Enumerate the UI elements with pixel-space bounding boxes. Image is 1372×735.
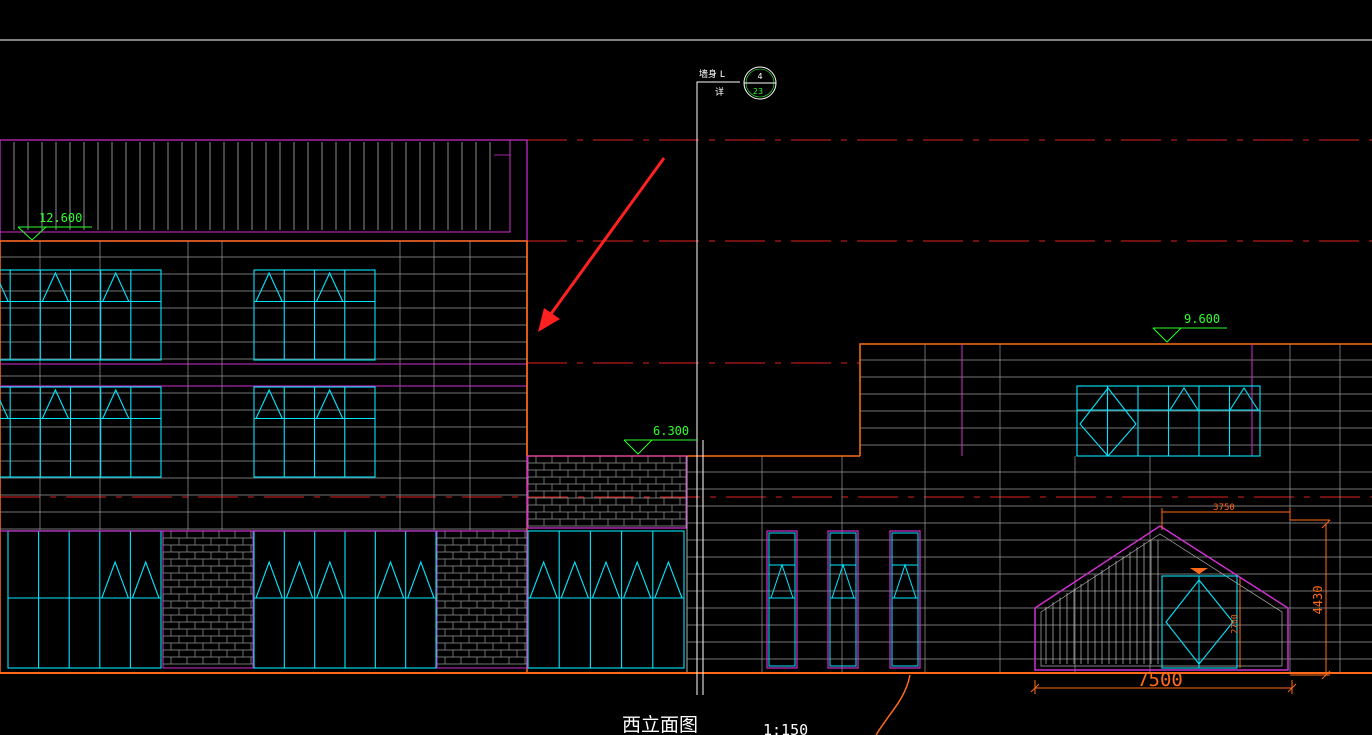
axis-line <box>696 81 740 695</box>
brick-panel <box>162 530 254 669</box>
narrow-window <box>827 530 859 669</box>
elevation-label-6300: 6.300 <box>653 424 689 438</box>
elevation-label-12600: 12.600 <box>39 211 82 225</box>
brick-panel <box>436 530 528 669</box>
brick-panels <box>162 455 687 669</box>
window-frame <box>0 269 162 361</box>
drawing-scale: 1:150 <box>763 721 808 735</box>
right-upper-window <box>1076 385 1261 457</box>
dimension-width-top: 3750 <box>1213 503 1235 513</box>
detail-callout: 4 23 墙身 L 详 <box>699 66 777 100</box>
reference-dash-lines <box>0 139 1372 498</box>
elevation-mark-9600: 9.600 <box>1152 312 1227 343</box>
ground-curtain-walls <box>0 527 687 669</box>
dimension-height-right: 4430 <box>1311 586 1325 615</box>
elevation-mark-6300: 6.300 <box>623 424 697 455</box>
curtain-wall <box>7 530 162 669</box>
leader-curve <box>875 674 911 735</box>
curtain-wall <box>527 530 685 669</box>
right-building-wall <box>686 343 1372 673</box>
annotation-arrow <box>538 157 666 332</box>
elevation-label-9600: 9.600 <box>1184 312 1220 326</box>
cad-drawing-canvas[interactable]: 4 23 墙身 L 详 12.600 9.600 6.300 7500 3750… <box>0 0 1372 735</box>
callout-sheet: 23 <box>753 87 763 96</box>
elevation-mark-12600: 12.600 <box>17 211 92 241</box>
callout-note-line2: 详 <box>715 86 724 98</box>
narrow-window <box>889 530 921 669</box>
dimension-width-bottom: 7500 <box>1137 669 1183 691</box>
drawing-title: 西立面图 <box>622 714 698 735</box>
callout-note-line1: 墙身 L <box>699 68 725 80</box>
callout-number: 4 <box>757 72 762 81</box>
middle-block <box>526 241 860 529</box>
roof-parapet <box>0 139 528 242</box>
entrance-canopy <box>1034 525 1289 671</box>
upper-windows <box>0 269 527 478</box>
window-frame <box>0 386 162 478</box>
narrow-window <box>766 530 798 669</box>
dimension-height-inner: 2700 <box>1230 614 1239 633</box>
narrow-windows <box>766 530 921 669</box>
